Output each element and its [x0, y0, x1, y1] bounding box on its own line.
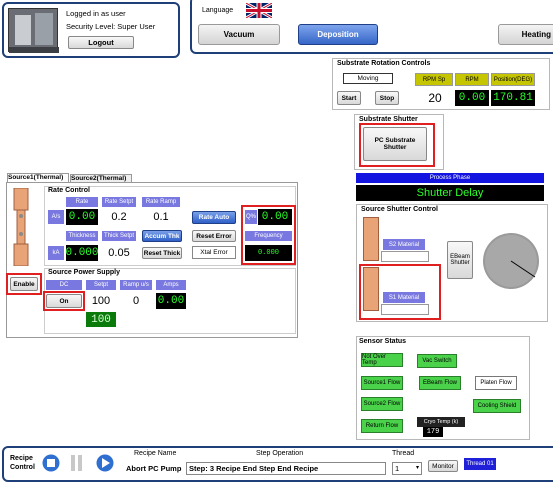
shutter-highlight	[359, 123, 435, 167]
rate-auto-button[interactable]: Rate Auto	[192, 211, 236, 224]
ramp-value[interactable]: 0	[120, 293, 152, 309]
sensor-panel: Sensor Status Not Over Temp Vac Switch S…	[356, 336, 530, 440]
tab-vacuum[interactable]: Vacuum	[198, 24, 280, 45]
return-flow-sensor: Return Flow	[361, 419, 403, 433]
platen-flow-sensor: Platen Flow	[475, 376, 517, 390]
source1-flow-sensor: Source1 Flow	[361, 376, 403, 390]
play-recipe-icon[interactable]	[96, 454, 114, 472]
sensor-title: Sensor Status	[359, 338, 407, 345]
rate-ramp-header: Rate Ramp	[142, 197, 180, 207]
rate-setpoint-value[interactable]: 0.2	[102, 209, 136, 225]
source-shutter-panel: Source Shutter Control S2 Material S1 Ma…	[356, 204, 548, 322]
stop-button[interactable]: Stop	[375, 91, 399, 105]
as-unit-label: A/s	[48, 210, 64, 224]
tab-deposition[interactable]: Deposition	[298, 24, 378, 45]
recipe-control-label: Recipe Control	[10, 455, 35, 471]
chevron-down-icon: ▾	[415, 465, 419, 471]
cryo-temp-value: 179	[423, 427, 443, 437]
rate-header: Rate	[66, 197, 98, 207]
tab-source1[interactable]: Source1(Thermal)	[7, 173, 69, 182]
pause-recipe-icon[interactable]	[70, 454, 84, 472]
process-phase-label: Process Phase	[356, 173, 544, 183]
source-crucible-icon	[12, 187, 30, 267]
accum-thk-button[interactable]: Accum Thk	[142, 230, 182, 242]
ramp-header: Ramp u/s	[120, 280, 152, 290]
setpt-header: Setpt	[86, 280, 116, 290]
power-setpoint-value[interactable]: 100	[86, 293, 116, 309]
thick-setpt-header: Thick Setpt	[102, 231, 136, 241]
s1-highlight	[359, 264, 441, 320]
login-panel: Logged in as user Security Level: Super …	[2, 2, 180, 58]
recipe-name-field: Abort PC Pump	[126, 464, 182, 473]
thread-select[interactable]: 1 ▾	[392, 462, 422, 475]
thread-header: Thread	[392, 450, 415, 457]
tab-source2[interactable]: Source2(Thermal)	[70, 174, 132, 182]
power-supply-title: Source Power Supply	[48, 269, 120, 276]
ebeam-shutter-button[interactable]: EBeam Shutter	[447, 241, 473, 279]
not-over-temp-sensor: Not Over Temp	[361, 353, 403, 367]
recipe-panel: Recipe Control Recipe Name Step Operatio…	[2, 446, 553, 482]
logout-button[interactable]: Logout	[68, 36, 134, 49]
source2-flow-sensor: Source2 Flow	[361, 397, 403, 411]
monitor-button[interactable]: Monitor	[428, 460, 458, 472]
thickness-header: Thickness	[66, 231, 98, 241]
rpm-label: RPM	[455, 73, 489, 86]
rpm-value: 0.00	[455, 90, 489, 106]
q-frequency-highlight	[241, 205, 296, 265]
rate-setpt-header: Rate Setpt	[102, 197, 136, 207]
step-operation-field: Step: 3 Recipe End Step End Recipe	[186, 462, 386, 475]
uk-flag-icon[interactable]	[245, 1, 273, 20]
nav-panel: Language Vacuum Deposition Heating	[190, 0, 553, 54]
login-status: Logged in as user	[66, 9, 126, 18]
position-value: 170.81	[491, 90, 535, 106]
xtal-error-indicator: Xtal Error	[192, 246, 236, 259]
rate-value: 0.00	[66, 209, 98, 225]
dc-header: DC	[46, 280, 82, 290]
start-button[interactable]: Start	[337, 91, 361, 105]
cooling-shield-sensor: Cooling Shield	[473, 399, 521, 413]
cryo-temp-label: Cryo Temp (k)	[417, 417, 465, 427]
substrate-shutter-title: Substrate Shutter	[359, 116, 418, 123]
rotation-status: Moving	[343, 73, 393, 84]
reset-thick-button[interactable]: Reset Thick	[142, 247, 182, 259]
s2-crucible-icon	[363, 217, 379, 261]
ebeam-shutter-icon	[481, 231, 541, 291]
source-shutter-title: Source Shutter Control	[361, 206, 439, 213]
ka-unit-label: kA	[48, 246, 64, 260]
thickness-value: 0.000	[65, 245, 99, 261]
ebeam-flow-sensor: EBeam Flow	[419, 376, 461, 390]
substrate-shutter-panel: Substrate Shutter PC Substrate Shutter	[354, 114, 444, 170]
rotation-title: Substrate Rotation Controls	[337, 60, 431, 67]
rate-control-title: Rate Control	[48, 187, 90, 194]
amps-header: Amps	[156, 280, 186, 290]
stop-recipe-icon[interactable]	[42, 454, 60, 472]
rpm-setpoint[interactable]: 20	[417, 90, 453, 106]
recipe-name-header: Recipe Name	[134, 450, 177, 457]
s2-material: S2 Material	[383, 239, 425, 250]
vac-switch-sensor: Vac Switch	[417, 354, 457, 368]
thread-select-value: 1	[395, 464, 400, 473]
amps-value: 0.00	[156, 293, 186, 309]
enable-highlight	[6, 273, 42, 295]
process-phase-value: Shutter Delay	[356, 185, 544, 201]
thick-setpoint-value[interactable]: 0.05	[102, 245, 136, 261]
tab-heating[interactable]: Heating	[498, 24, 553, 45]
step-operation-header: Step Operation	[256, 450, 304, 457]
rotation-panel: Substrate Rotation Controls Moving RPM S…	[332, 58, 550, 110]
power-output-value: 100	[86, 312, 116, 327]
s2-material-box	[381, 251, 429, 262]
security-level: Security Level: Super User	[66, 22, 156, 31]
language-label: Language	[202, 7, 234, 14]
reset-error-button[interactable]: Reset Error	[192, 230, 236, 242]
rpm-sp-label: RPM Sp	[415, 73, 453, 86]
thread-badge: Thread 01	[464, 458, 496, 470]
position-label: Position(DEG)	[491, 73, 535, 86]
avatar	[8, 8, 59, 53]
rate-ramp-value[interactable]: 0.1	[142, 209, 180, 225]
dc-on-highlight	[43, 291, 85, 311]
